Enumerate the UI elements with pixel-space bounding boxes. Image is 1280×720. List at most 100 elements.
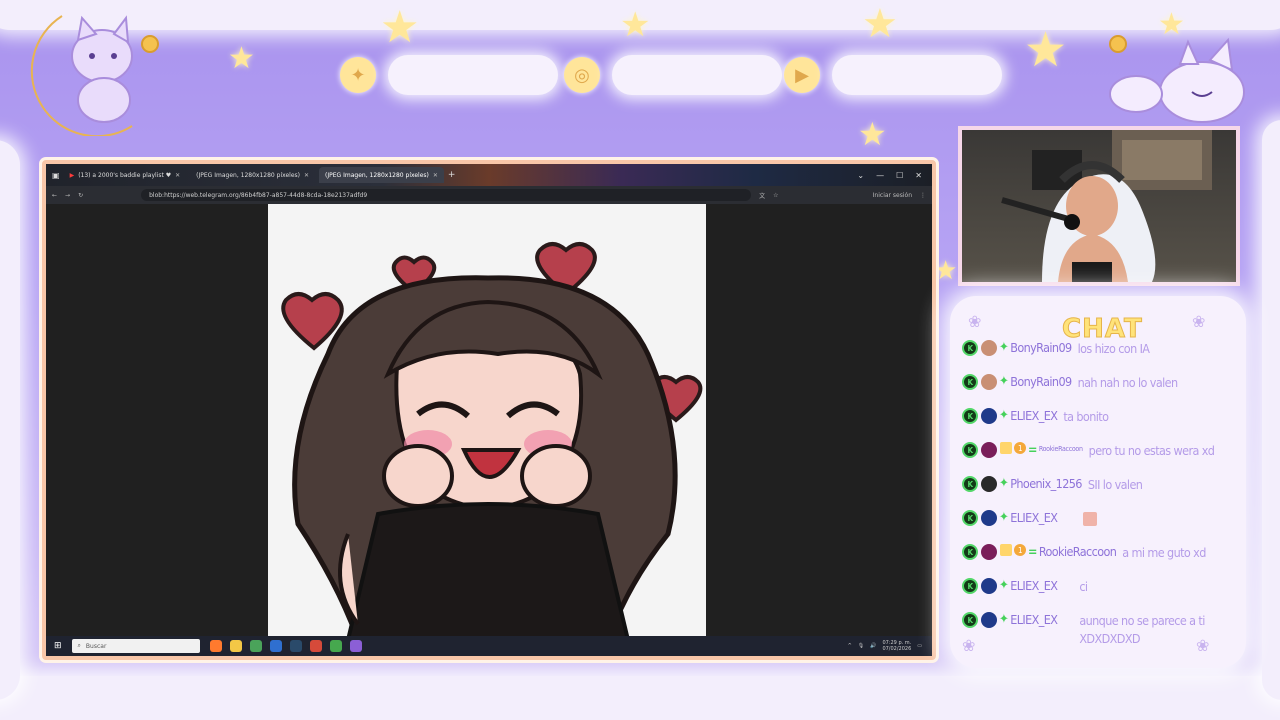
- instagram-icon: ◎: [564, 57, 600, 93]
- tab-playlist[interactable]: ▶ (13) a 2000's baddie playlist ♥ ✕: [64, 167, 187, 183]
- microphone-icon[interactable]: 🎙: [858, 643, 864, 649]
- tab-actions-icon[interactable]: ▣: [52, 171, 60, 180]
- chat-username[interactable]: BonyRain09: [1010, 374, 1072, 389]
- tab-image-2[interactable]: (JPEG Imagen, 1280x1280 píxeles) ✕: [319, 167, 444, 183]
- speaker-icon[interactable]: 🔊: [870, 643, 876, 649]
- chat-text: aunque no se parece a ti XDXDXDXD: [1079, 613, 1205, 646]
- avatar: [981, 408, 997, 424]
- menu-icon[interactable]: ⋮: [920, 192, 926, 199]
- chrome-icon[interactable]: [249, 640, 262, 652]
- webcam-feed: [958, 126, 1240, 286]
- chat-username[interactable]: ELIEX_EX: [1010, 510, 1058, 525]
- minimize-icon[interactable]: —: [876, 171, 884, 180]
- chat-message: K 1 = RookieRaccoon pero tu no estas wer…: [962, 442, 1242, 476]
- kick-badge-icon: K: [962, 374, 978, 390]
- avatar: [981, 510, 997, 526]
- diamond-icon: ✦: [999, 578, 1009, 593]
- kick-badge-icon: K: [962, 510, 978, 526]
- steam-icon[interactable]: [289, 640, 302, 652]
- avatar: [981, 442, 997, 458]
- folder-icon[interactable]: [229, 640, 242, 652]
- sub-badge: 1: [1014, 544, 1026, 556]
- chat-message: K 1 = RookieRaccoon a mi me guto xd: [962, 544, 1242, 578]
- kick-badge-icon: K: [962, 544, 978, 560]
- chat-text: a mi me guto xd: [1122, 545, 1206, 560]
- social-bar: [612, 55, 782, 95]
- diamond-icon: ✦: [999, 612, 1009, 627]
- chat-text: los hizo con IA: [1077, 341, 1150, 356]
- close-icon[interactable]: ✕: [175, 172, 180, 179]
- avatar: [981, 340, 997, 356]
- avatar: [981, 578, 997, 594]
- chat-message: K ✦ ELIEX_EX ci: [962, 578, 1242, 612]
- chat-username[interactable]: BonyRain09: [1010, 340, 1072, 355]
- cloud-right: [1262, 120, 1280, 700]
- chat-username[interactable]: RookieRaccoon: [1039, 445, 1083, 453]
- chat-text: ci: [1079, 579, 1088, 594]
- sub-badge: 1: [1014, 442, 1026, 454]
- system-tray: ^ 🎙 🔊 07:29 p. m. 07/02/2026 ▭: [848, 640, 932, 652]
- translate-icon[interactable]: 文: [759, 191, 765, 200]
- window-controls: ⌄ — ☐ ✕: [857, 171, 932, 180]
- app-icon[interactable]: [329, 640, 342, 652]
- clock[interactable]: 07:29 p. m. 07/02/2026: [882, 640, 911, 652]
- browser-tab-bar: ▣ ▶ (13) a 2000's baddie playlist ♥ ✕ (J…: [46, 164, 932, 186]
- forward-icon[interactable]: →: [65, 192, 70, 199]
- bookmark-star-icon[interactable]: ☆: [773, 192, 778, 199]
- avatar: [981, 612, 997, 628]
- chat-text: SII lo valen: [1087, 477, 1143, 492]
- cat-mascot: [1092, 30, 1262, 130]
- tab-image-1[interactable]: (JPEG Imagen, 1280x1280 píxeles) ✕: [190, 167, 315, 183]
- address-bar-row: ← → ↻ blob:https://web.telegram.org/86b4…: [46, 186, 932, 204]
- chat-username[interactable]: ELIEX_EX: [1010, 408, 1058, 423]
- reload-icon[interactable]: ↻: [78, 192, 83, 199]
- chat-text: ta bonito: [1063, 409, 1109, 424]
- tab-label: (13) a 2000's baddie playlist ♥: [78, 171, 172, 179]
- ccleaner-icon[interactable]: [269, 640, 282, 652]
- social-instagram: ◎: [564, 48, 782, 102]
- maximize-icon[interactable]: ☐: [896, 171, 903, 180]
- signin-button[interactable]: Iniciar sesión: [873, 192, 912, 199]
- screen-capture: ▣ ▶ (13) a 2000's baddie playlist ♥ ✕ (J…: [42, 160, 936, 660]
- chat-message: K ✦ BonyRain09 nah nah no lo valen: [962, 374, 1242, 408]
- clock-date: 07/02/2026: [882, 646, 912, 652]
- avatar: [981, 544, 997, 560]
- chat-username[interactable]: Phoenix_1256: [1010, 476, 1082, 491]
- firefox-icon[interactable]: [209, 640, 222, 652]
- cloud-left: [0, 140, 20, 700]
- notifications-icon[interactable]: ▭: [917, 643, 922, 649]
- url-field[interactable]: blob:https://web.telegram.org/86b4fb87-a…: [141, 189, 752, 201]
- tray-chevron-icon[interactable]: ^: [848, 643, 852, 649]
- chibi-artwork: [268, 204, 706, 640]
- chat-username[interactable]: RookieRaccoon: [1039, 544, 1117, 559]
- chat-text: nah nah no lo valen: [1077, 375, 1179, 390]
- close-icon[interactable]: ✕: [304, 172, 309, 179]
- diamond-icon: ✦: [999, 340, 1009, 355]
- chrome-icon[interactable]: [309, 640, 322, 652]
- chat-username[interactable]: ELIEX_EX: [1010, 578, 1058, 593]
- chat-username[interactable]: ELIEX_EX: [1010, 612, 1058, 627]
- close-icon[interactable]: ✕: [433, 172, 438, 179]
- star-icon: ★: [862, 1, 898, 47]
- close-window-icon[interactable]: ✕: [915, 171, 922, 180]
- star-icon: ★: [380, 2, 420, 53]
- windows-start-icon[interactable]: ⊞: [54, 641, 62, 651]
- paw-icon: ❀: [1192, 312, 1206, 331]
- sub-tier-icon: =: [1028, 544, 1037, 559]
- app-icon[interactable]: [349, 640, 362, 652]
- kick-badge-icon: K: [962, 442, 978, 458]
- kick-badge-icon: K: [962, 612, 978, 628]
- diamond-icon: ✦: [999, 510, 1009, 525]
- tab-label: (JPEG Imagen, 1280x1280 píxeles): [325, 171, 429, 179]
- back-icon[interactable]: ←: [52, 192, 57, 199]
- chevron-down-icon[interactable]: ⌄: [857, 171, 864, 180]
- taskbar-search[interactable]: ⌕ Buscar: [71, 639, 200, 653]
- image-viewer: [46, 204, 932, 640]
- new-tab-icon[interactable]: +: [448, 170, 456, 180]
- tab-label: (JPEG Imagen, 1280x1280 píxeles): [196, 171, 300, 179]
- search-icon: ⌕: [77, 642, 81, 649]
- star-icon: ★: [620, 5, 651, 45]
- social-youtube: ▶: [784, 48, 1002, 102]
- windows-taskbar: ⊞ ⌕ Buscar ^ 🎙 🔊 07:29 p. m. 07/02/2026 …: [46, 636, 932, 656]
- social-twitter: ✦: [340, 48, 558, 102]
